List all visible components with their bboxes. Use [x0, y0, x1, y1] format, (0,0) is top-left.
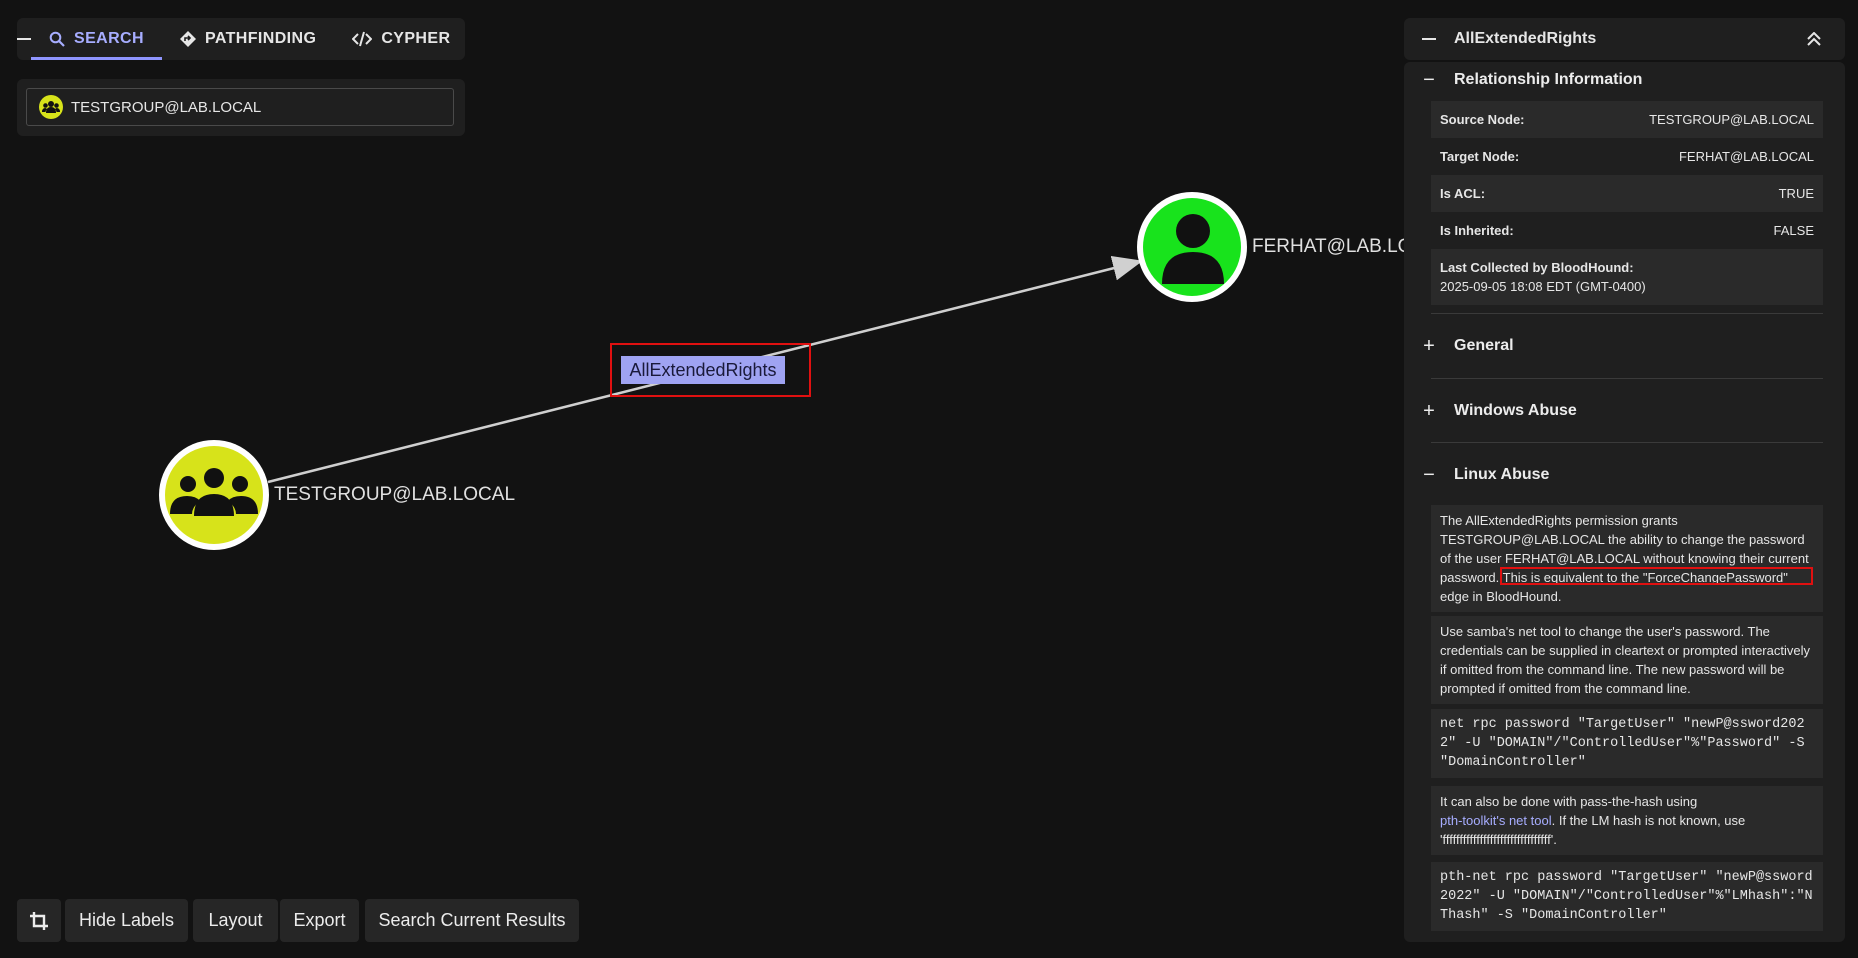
linux-abuse-code-1: net rpc password "TargetUser" "newP@sswo…	[1431, 709, 1823, 778]
linux-abuse-paragraph-1: The AllExtendedRights permission grants …	[1431, 505, 1823, 612]
divider	[1431, 442, 1823, 443]
hide-labels-button[interactable]: Hide Labels	[65, 899, 188, 942]
section-linux-abuse-label: Linux Abuse	[1454, 466, 1550, 483]
tab-search[interactable]: SEARCH	[31, 18, 162, 60]
linux-abuse-p1-highlight: This is equivalent to the "ForceChangePa…	[1502, 570, 1788, 585]
section-windows-abuse[interactable]: + Windows Abuse	[1422, 399, 1577, 423]
target-node[interactable]	[1137, 192, 1247, 302]
source-node[interactable]	[159, 440, 269, 550]
section-relationship-info-label: Relationship Information	[1454, 71, 1643, 88]
tab-search-label: SEARCH	[74, 30, 144, 47]
linux-abuse-paragraph-2: Use samba's net tool to change the user'…	[1431, 616, 1823, 704]
section-general[interactable]: + General	[1422, 334, 1514, 358]
edge-label[interactable]: AllExtendedRights	[621, 356, 785, 384]
tab-cypher-label: CYPHER	[381, 30, 451, 47]
tab-pathfinding[interactable]: PATHFINDING	[162, 18, 334, 60]
section-linux-abuse[interactable]: − Linux Abuse	[1422, 463, 1549, 487]
crop-button[interactable]	[17, 899, 61, 942]
code-icon	[352, 31, 373, 47]
row-last-collected: Last Collected by BloodHound: 2025-09-05…	[1431, 249, 1823, 305]
row-is-acl: Is ACL: TRUE	[1431, 175, 1823, 212]
is-inherited-value: FALSE	[1773, 223, 1814, 238]
target-node-value: FERHAT@LAB.LOCAL	[1678, 149, 1814, 164]
section-relationship-info[interactable]: − Relationship Information	[1422, 68, 1642, 92]
pth-toolkit-link[interactable]: pth-toolkit's net tool	[1440, 813, 1552, 828]
entity-panel-header: AllExtendedRights	[1404, 18, 1845, 60]
crop-icon	[30, 911, 48, 930]
row-source-node: Source Node: TESTGROUP@LAB.LOCAL	[1431, 101, 1823, 138]
nav-tabs: SEARCH PATHFINDING CYPHER	[17, 18, 465, 60]
minus-icon: −	[1423, 463, 1435, 486]
target-node-key: Target Node:	[1440, 149, 1520, 164]
minus-icon	[17, 38, 31, 40]
tab-pathfinding-label: PATHFINDING	[204, 30, 317, 47]
linux-abuse-p1-end: edge in BloodHound.	[1440, 589, 1562, 604]
search-panel: TESTGROUP@LAB.LOCAL	[17, 79, 465, 136]
search-input[interactable]: TESTGROUP@LAB.LOCAL	[26, 88, 454, 126]
minus-icon: −	[1423, 68, 1435, 91]
divider	[1431, 378, 1823, 379]
search-input-value: TESTGROUP@LAB.LOCAL	[71, 98, 262, 116]
search-icon	[49, 31, 65, 47]
graph-canvas[interactable]: TESTGROUP@LAB.LOCAL FERHAT@LAB.LOCAL All…	[0, 0, 1449, 958]
graph-svg	[159, 192, 1247, 550]
last-collected-value: 2025-09-05 18:08 EDT (GMT-0400)	[1440, 279, 1646, 294]
double-chevron-up-icon	[1807, 32, 1821, 46]
export-button[interactable]: Export	[280, 899, 359, 942]
source-node-key: Source Node:	[1440, 112, 1525, 127]
group-icon	[39, 95, 63, 119]
section-general-label: General	[1454, 337, 1514, 354]
row-is-inherited: Is Inherited: FALSE	[1431, 212, 1823, 249]
collapse-button[interactable]	[17, 18, 31, 60]
tab-cypher[interactable]: CYPHER	[334, 18, 468, 60]
last-collected-key: Last Collected by BloodHound:	[1440, 260, 1634, 275]
minus-icon	[1422, 38, 1436, 40]
linux-abuse-paragraph-3: It can also be done with pass-the-hash u…	[1431, 786, 1823, 855]
is-acl-key: Is ACL:	[1440, 186, 1486, 201]
section-windows-abuse-label: Windows Abuse	[1454, 402, 1577, 419]
panel-collapse-button[interactable]	[1422, 32, 1436, 46]
layout-button[interactable]: Layout	[193, 899, 278, 942]
diamond-route-icon	[179, 31, 196, 47]
is-acl-value: TRUE	[1778, 186, 1814, 201]
source-node-label: TESTGROUP@LAB.LOCAL	[274, 484, 516, 505]
divider	[1431, 313, 1823, 314]
panel-expand-button[interactable]	[1807, 32, 1827, 46]
search-current-results-button[interactable]: Search Current Results	[365, 899, 579, 942]
source-node-value: TESTGROUP@LAB.LOCAL	[1649, 112, 1814, 127]
plus-icon: +	[1423, 334, 1435, 357]
panel-title: AllExtendedRights	[1454, 30, 1597, 47]
entity-panel-body: − Relationship Information Source Node: …	[1404, 62, 1845, 942]
is-inherited-key: Is Inherited:	[1440, 223, 1514, 238]
plus-icon: +	[1423, 399, 1435, 422]
linux-abuse-p3-text: It can also be done with pass-the-hash u…	[1440, 794, 1698, 809]
row-target-node: Target Node: FERHAT@LAB.LOCAL	[1431, 138, 1823, 175]
linux-abuse-code-2: pth-net rpc password "TargetUser" "newP@…	[1431, 862, 1823, 931]
